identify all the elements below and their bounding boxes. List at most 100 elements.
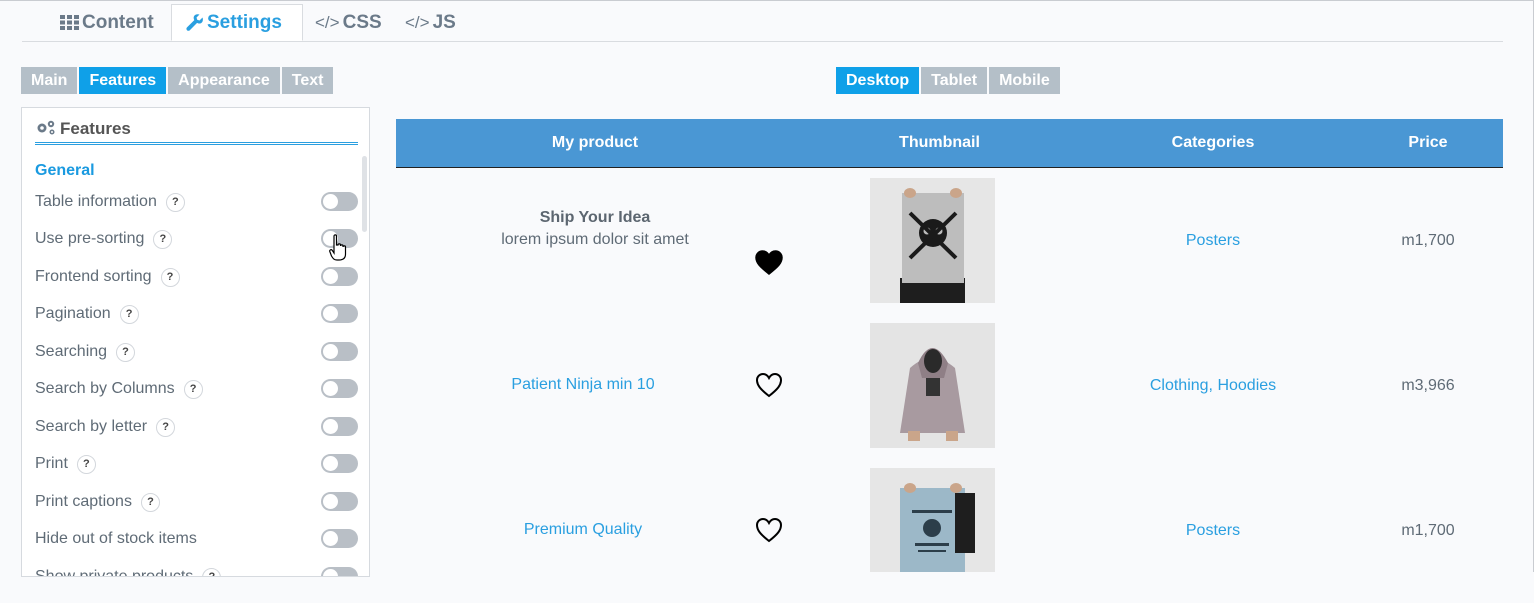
subtab-appearance[interactable]: Appearance xyxy=(168,67,280,94)
feature-row: Search by letter? xyxy=(35,415,358,439)
toggle-knob xyxy=(323,569,338,576)
toggle-knob xyxy=(323,344,338,359)
product-price: m1,700 xyxy=(1401,522,1455,539)
column-header-thumbnail[interactable]: Thumbnail xyxy=(836,119,1043,167)
product-thumbnail[interactable] xyxy=(870,468,995,572)
toggle-knob xyxy=(323,494,338,509)
grid-icon xyxy=(60,15,79,30)
help-icon[interactable]: ? xyxy=(140,492,160,512)
toggle-knob xyxy=(323,381,338,396)
features-panel: Features General Table information? Use p… xyxy=(21,107,370,577)
feature-label: Search by Columns xyxy=(35,380,175,397)
feature-row: Print? xyxy=(35,452,358,476)
tab-css[interactable]: </> CSS xyxy=(315,4,382,41)
column-header-categories[interactable]: Categories xyxy=(1093,119,1333,167)
panel-scrollbar[interactable] xyxy=(362,156,367,232)
tab-css-label: CSS xyxy=(342,11,382,33)
feature-label: Frontend sorting xyxy=(35,268,152,285)
feature-toggle[interactable] xyxy=(321,567,358,576)
help-icon[interactable]: ? xyxy=(183,379,203,399)
settings-subtabs: Main Features Appearance Text xyxy=(21,67,335,94)
product-description: lorem ipsum dolor sit amet xyxy=(501,231,689,248)
features-panel-header: Features xyxy=(35,116,358,145)
product-categories-link[interactable]: Posters xyxy=(1093,522,1333,540)
heart-outline-icon[interactable] xyxy=(755,517,783,543)
hand-cursor-icon xyxy=(329,234,347,262)
toggle-knob xyxy=(323,269,338,284)
toggle-knob xyxy=(323,194,338,209)
feature-toggle[interactable] xyxy=(321,454,358,473)
product-categories-link[interactable]: Posters xyxy=(1093,232,1333,250)
product-thumbnail[interactable] xyxy=(870,323,995,448)
feature-label: Pagination xyxy=(35,305,111,322)
feature-row: Show private products? xyxy=(35,565,358,577)
product-title-link[interactable]: Premium Quality xyxy=(470,521,696,539)
feature-toggle[interactable] xyxy=(321,379,358,398)
heart-outline-icon[interactable] xyxy=(755,372,783,398)
help-icon[interactable]: ? xyxy=(160,267,180,287)
feature-row: Frontend sorting? xyxy=(35,265,358,289)
feature-label: Show private products xyxy=(35,568,194,577)
help-icon[interactable]: ? xyxy=(116,342,136,362)
gears-icon xyxy=(35,119,57,139)
tab-settings[interactable]: Settings xyxy=(171,4,303,41)
product-thumbnail[interactable] xyxy=(870,178,995,303)
feature-row: Print captions? xyxy=(35,490,358,514)
tab-content-label: Content xyxy=(82,11,154,33)
tab-js[interactable]: </> JS xyxy=(405,4,456,41)
feature-label: Table information xyxy=(35,193,157,210)
feature-toggle[interactable] xyxy=(321,492,358,511)
main-tabs: Content Settings </> CSS </> JS xyxy=(22,4,1503,42)
column-header-price[interactable]: Price xyxy=(1368,119,1488,167)
help-icon[interactable]: ? xyxy=(202,567,222,576)
help-icon[interactable]: ? xyxy=(76,454,96,474)
code-icon: </> xyxy=(315,12,340,32)
toggle-knob xyxy=(323,306,338,321)
feature-label: Search by letter xyxy=(35,418,148,435)
feature-row: Use pre-sorting? xyxy=(35,227,358,251)
product-price: m1,700 xyxy=(1401,232,1455,249)
heart-filled-icon[interactable] xyxy=(755,250,783,276)
subtab-features[interactable]: Features xyxy=(79,67,167,94)
feature-row: Table information? xyxy=(35,190,358,214)
feature-label: Use pre-sorting xyxy=(35,230,145,247)
tab-settings-label: Settings xyxy=(207,11,282,33)
product-title-link[interactable]: Patient Ninja min 10 xyxy=(470,376,696,394)
help-icon[interactable]: ? xyxy=(156,417,176,437)
feature-toggle[interactable] xyxy=(321,342,358,361)
table-row: Premium Quality Posters m1,700 xyxy=(396,458,1503,603)
feature-row: Searching? xyxy=(35,340,358,364)
features-panel-title: Features xyxy=(60,119,131,138)
feature-toggle[interactable] xyxy=(321,304,358,323)
help-icon[interactable]: ? xyxy=(153,229,173,249)
table-row: Patient Ninja min 10 Clothing, Hoodies m… xyxy=(396,313,1503,458)
device-tab-desktop[interactable]: Desktop xyxy=(836,67,920,94)
subtab-main[interactable]: Main xyxy=(21,67,78,94)
feature-row: Search by Columns? xyxy=(35,377,358,401)
device-tab-mobile[interactable]: Mobile xyxy=(989,67,1060,94)
help-icon[interactable]: ? xyxy=(119,304,139,324)
tab-js-label: JS xyxy=(432,11,456,33)
help-icon[interactable]: ? xyxy=(165,192,185,212)
feature-label: Searching xyxy=(35,343,108,360)
product-categories-link[interactable]: Clothing, Hoodies xyxy=(1093,377,1333,395)
feature-toggle[interactable] xyxy=(321,529,358,548)
feature-row: Pagination? xyxy=(35,302,358,326)
device-tab-tablet[interactable]: Tablet xyxy=(921,67,988,94)
code-icon: </> xyxy=(405,12,430,32)
product-price: m3,966 xyxy=(1401,377,1455,394)
feature-toggle[interactable] xyxy=(321,192,358,211)
table-row: Ship Your Idea lorem ipsum dolor sit ame… xyxy=(396,168,1503,313)
feature-row: Hide out of stock items xyxy=(35,527,358,551)
column-header-product[interactable]: My product xyxy=(396,119,794,167)
wrench-icon xyxy=(186,13,204,32)
subtab-text[interactable]: Text xyxy=(281,67,334,94)
toggle-knob xyxy=(323,531,338,546)
section-title-general: General xyxy=(35,162,95,179)
feature-label: Hide out of stock items xyxy=(35,530,197,547)
feature-toggle[interactable] xyxy=(321,417,358,436)
toggle-knob xyxy=(323,456,338,471)
product-title: Ship Your Idea xyxy=(539,209,651,226)
tab-content[interactable]: Content xyxy=(60,4,154,41)
feature-toggle[interactable] xyxy=(321,267,358,286)
